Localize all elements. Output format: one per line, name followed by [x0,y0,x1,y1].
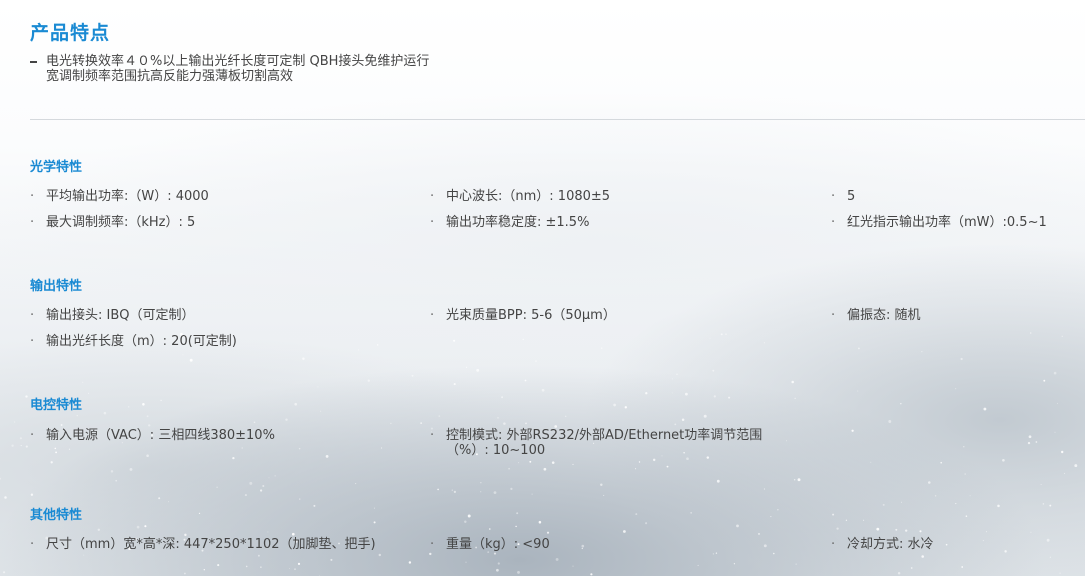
section-title-other: 其他特性 [30,508,83,523]
spec-text: 尺寸（mm）宽*高*深: 447*250*1102（加脚垫、把手) [46,537,376,552]
bullet-icon: · [430,537,435,552]
spec-text: 冷却方式: 水冷 [847,537,934,552]
intro-line-1: 电光转换效率４０%以上输出光纤长度可定制 QBH接头免维护运行 [46,54,430,69]
spec-text: 红光指示输出功率（mW）:0.5~1 [847,215,1047,230]
bullet-icon: · [30,537,35,552]
spec-text: 中心波长:（nm）: 1080±5 [446,189,611,204]
bullet-icon: · [831,537,836,552]
bullet-icon: · [831,189,836,204]
bullet-icon: · [30,334,35,349]
spec-text: 光束质量BPP: 5-6（50μm） [446,308,616,323]
page-title: 产品特点 [30,22,111,44]
section-title-optical: 光学特性 [30,160,83,175]
bullet-icon: · [30,308,35,323]
intro-line-2: 宽调制频率范围抗高反能力强薄板切割高效 [46,69,294,84]
spec-text: 5 [847,189,856,204]
spec-text: 偏振态: 随机 [847,308,921,323]
bullet-icon: · [30,189,35,204]
bullet-icon: · [430,308,435,323]
divider [30,119,1085,120]
bullet-icon: · [430,215,435,230]
product-features-panel: 产品特点 电光转换效率４０%以上输出光纤长度可定制 QBH接头免维护运行 宽调制… [0,0,1085,576]
spec-text: 平均输出功率:（W）: 4000 [46,189,209,204]
spec-text: 输出光纤长度（m）: 20(可定制) [46,334,237,349]
spec-text: 输出接头: IBQ（可定制） [46,308,195,323]
product-intro: 电光转换效率４０%以上输出光纤长度可定制 QBH接头免维护运行 宽调制频率范围抗… [30,54,429,84]
spec-text: 输入电源（VAC）: 三相四线380±10% [46,428,275,443]
spec-text: 输出功率稳定度: ±1.5% [446,215,590,230]
bullet-icon: · [430,189,435,204]
section-title-output: 输出特性 [30,279,83,294]
bullet-icon: · [831,215,836,230]
bullet-icon: · [831,308,836,323]
spec-text: 控制模式: 外部RS232/外部AD/Ethernet功率调节范围（%）: 10… [446,428,763,458]
section-title-electrical: 电控特性 [30,398,83,413]
intro-dash-icon [30,61,37,63]
bullet-icon: · [30,428,35,443]
spec-text: 重量（kg）: <90 [446,537,550,552]
spec-text: 最大调制频率:（kHz）: 5 [46,215,196,230]
bullet-icon: · [430,428,435,443]
bullet-icon: · [30,215,35,230]
